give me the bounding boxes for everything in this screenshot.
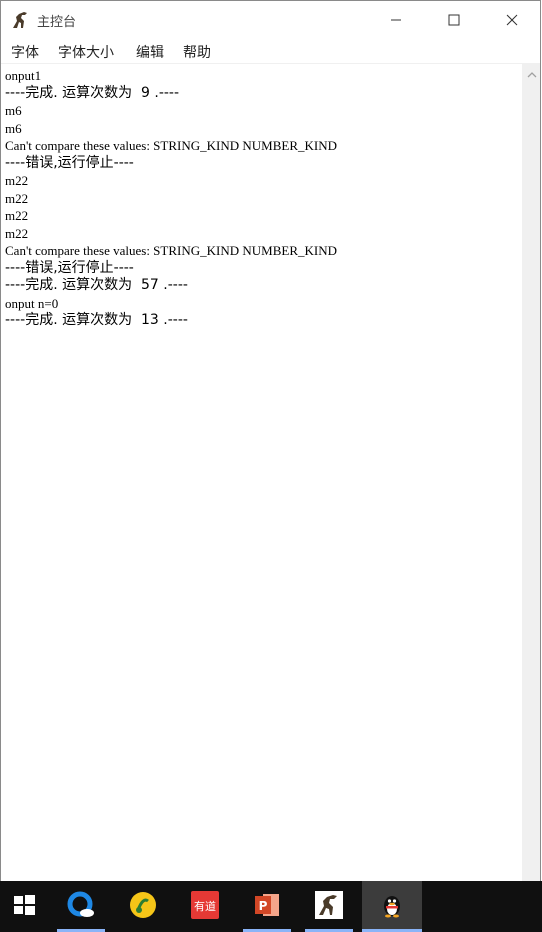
menu-font[interactable]: 字体 [11, 42, 39, 62]
dinosaur-icon [13, 12, 27, 28]
menu-bar: 字体 字体大小 编辑 帮助 [1, 39, 540, 64]
console-line: m22 [5, 190, 29, 206]
taskbar-qq[interactable] [362, 881, 422, 932]
console-line: onput n=0 [5, 295, 59, 311]
qq-browser-icon [67, 891, 94, 917]
taskbar-youdao[interactable]: 有道 [181, 881, 229, 932]
console-line: ----完成. 运算次数为 13 .---- [5, 312, 188, 328]
window-title: 主控台 [37, 15, 77, 30]
close-icon [506, 14, 518, 26]
console-line: ----完成. 运算次数为 9 .---- [5, 84, 180, 101]
console-line: ----错误,运行停止---- [5, 154, 134, 171]
maximize-icon [448, 14, 460, 26]
title-bar[interactable]: 主控台 [1, 1, 540, 39]
qq-penguin-icon [384, 896, 400, 918]
minimize-button[interactable] [367, 1, 425, 39]
taskbar: 有道 P [0, 881, 542, 932]
youdao-icon-text: 有道 [194, 899, 216, 913]
console-line: onput1 [5, 68, 42, 83]
vertical-scrollbar[interactable] [522, 64, 540, 881]
console-line: m22 [5, 173, 29, 188]
taskbar-music[interactable] [119, 881, 167, 932]
windows-start-icon [14, 895, 35, 915]
minimize-icon [391, 19, 401, 21]
taskbar-dinosaur-app[interactable] [305, 881, 353, 932]
powerpoint-icon: P [255, 894, 279, 916]
maximize-button[interactable] [425, 1, 483, 39]
console-line: ----完成. 运算次数为 57 .---- [5, 277, 188, 293]
menu-font-size[interactable]: 字体大小 [58, 42, 114, 62]
console-line: m22 [5, 225, 29, 241]
console-line: Can't compare these values: STRING_KIND … [5, 138, 337, 153]
close-button[interactable] [483, 1, 540, 39]
start-button[interactable] [0, 881, 48, 932]
menu-edit[interactable]: 编辑 [136, 42, 164, 62]
main-window: 主控台 字体 字体大小 编辑 帮助 onput1 ----完成. 运算次数为 9… [0, 0, 541, 881]
taskbar-browser[interactable] [57, 881, 105, 932]
taskbar-powerpoint[interactable]: P [243, 881, 291, 932]
qq-music-icon [130, 892, 156, 918]
dinosaur-app-icon [315, 891, 343, 919]
console-lines: onput1 ----完成. 运算次数为 9 .---- m6 m6 Can't… [5, 67, 337, 330]
console-line: m22 [5, 208, 29, 223]
console-line: Can't compare these values: STRING_KIND … [5, 243, 337, 258]
menu-help[interactable]: 帮助 [183, 42, 211, 62]
youdao-icon: 有道 [191, 891, 219, 919]
scroll-up-arrow-icon[interactable] [527, 70, 537, 80]
console-line: m6 [5, 120, 22, 136]
powerpoint-icon-text: P [259, 899, 268, 913]
console-line: m6 [5, 103, 22, 118]
console-output-area[interactable]: onput1 ----完成. 运算次数为 9 .---- m6 m6 Can't… [1, 64, 521, 881]
console-line: ----错误,运行停止---- [5, 259, 134, 276]
